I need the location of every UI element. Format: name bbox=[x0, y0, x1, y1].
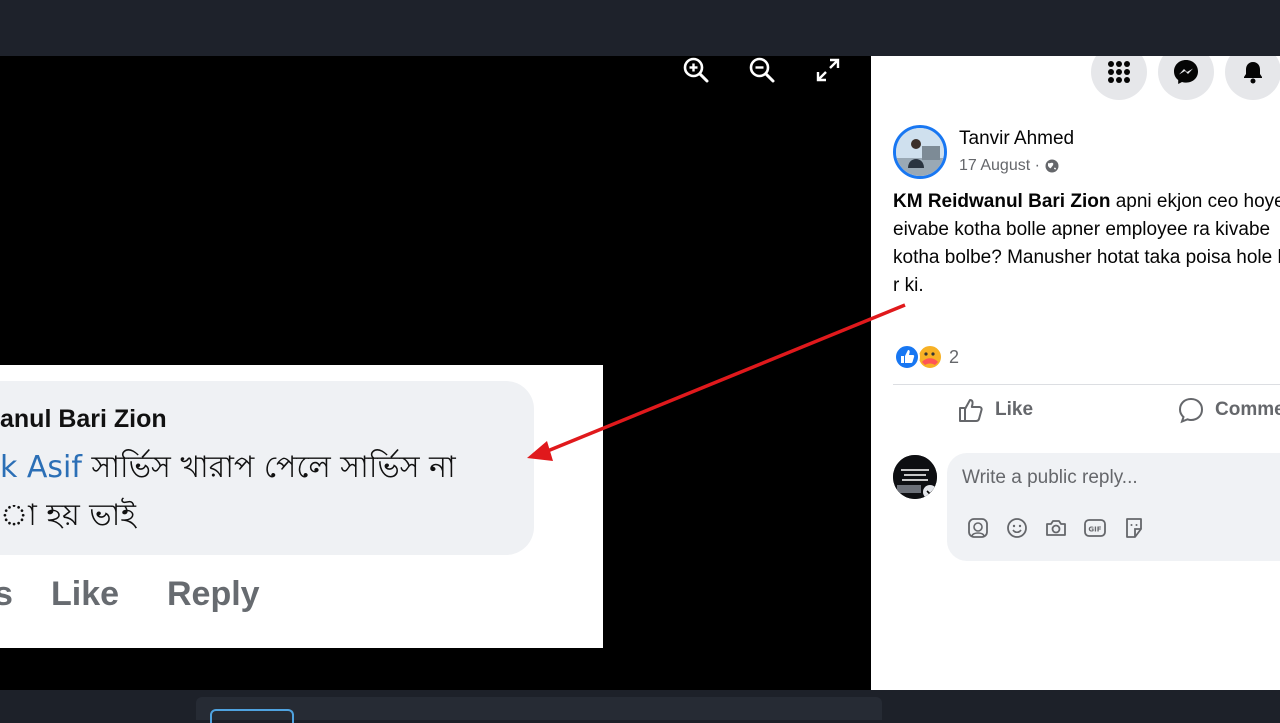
photo-viewer: anul Bari Zion k Asif সার্ভিস খারাপ পেলে… bbox=[0, 56, 871, 690]
messenger-button[interactable] bbox=[1158, 56, 1214, 100]
top-bar bbox=[0, 0, 1280, 56]
post-panel: Tanvir Ahmed 17 August · KM Reidwanul Ba… bbox=[871, 56, 1280, 690]
fullscreen-icon[interactable] bbox=[811, 56, 845, 84]
gif-icon[interactable]: GIF bbox=[1082, 515, 1107, 540]
svg-text:GIF: GIF bbox=[1088, 525, 1101, 533]
notifications-button[interactable] bbox=[1225, 56, 1280, 100]
post-date-text: 17 August · bbox=[959, 157, 1040, 174]
author-avatar[interactable] bbox=[893, 125, 947, 179]
post-body: KM Reidwanul Bari Zion apni ekjon ceo ho… bbox=[893, 188, 1280, 300]
comment-action-partial: s bbox=[0, 575, 13, 613]
menu-grid-button[interactable] bbox=[1091, 56, 1147, 100]
globe-icon bbox=[1045, 159, 1059, 173]
menu-grid-icon bbox=[1108, 61, 1130, 83]
comment-line-2: া হয় ভাই bbox=[0, 498, 136, 533]
comment-mention: k Asif bbox=[0, 450, 82, 485]
taskbar-active-item[interactable] bbox=[210, 709, 294, 723]
taskbar-strip bbox=[196, 697, 882, 720]
emoji-icon[interactable] bbox=[1004, 515, 1029, 540]
thumbs-up-icon bbox=[959, 399, 983, 422]
user-avatar bbox=[893, 455, 937, 499]
comment-reply-label: Reply bbox=[167, 575, 260, 613]
comment-label: Comment bbox=[1215, 399, 1280, 420]
comment-icon bbox=[1178, 397, 1204, 424]
zoom-out-icon[interactable] bbox=[745, 56, 779, 84]
post-mention[interactable]: KM Reidwanul Bari Zion bbox=[893, 191, 1110, 212]
like-label: Like bbox=[995, 399, 1034, 420]
comment-line-1: k Asif সার্ভিস খারাপ পেলে সার্ভিস না bbox=[0, 443, 456, 494]
screenshot-image: anul Bari Zion k Asif সার্ভিস খারাপ পেলে… bbox=[0, 365, 603, 648]
divider bbox=[893, 384, 1280, 385]
comment-button[interactable]: Comment bbox=[1177, 396, 1280, 424]
reply-box[interactable]: Write a public reply... GIF bbox=[947, 453, 1280, 561]
comment-like-label: Like bbox=[51, 575, 120, 613]
camera-icon[interactable] bbox=[1043, 515, 1068, 540]
comment-text-1: সার্ভিস খারাপ পেলে সার্ভিস না bbox=[81, 450, 456, 485]
like-care-reactions-icon bbox=[894, 344, 941, 370]
bell-icon bbox=[1244, 62, 1262, 84]
reply-toolbar: GIF bbox=[965, 515, 1146, 540]
messenger-icon bbox=[1174, 60, 1198, 84]
avatar-sticker-icon[interactable] bbox=[965, 515, 990, 540]
sticker-icon[interactable] bbox=[1121, 515, 1146, 540]
commenter-name: anul Bari Zion bbox=[0, 405, 167, 433]
reply-input[interactable]: Write a public reply... bbox=[962, 467, 1138, 489]
author-name[interactable]: Tanvir Ahmed bbox=[959, 128, 1074, 150]
reactions[interactable]: 2 bbox=[893, 343, 959, 371]
like-button[interactable]: Like bbox=[957, 396, 1033, 424]
reaction-count: 2 bbox=[949, 346, 960, 367]
zoom-in-icon[interactable] bbox=[679, 56, 713, 84]
post-date[interactable]: 17 August · bbox=[959, 157, 1060, 175]
